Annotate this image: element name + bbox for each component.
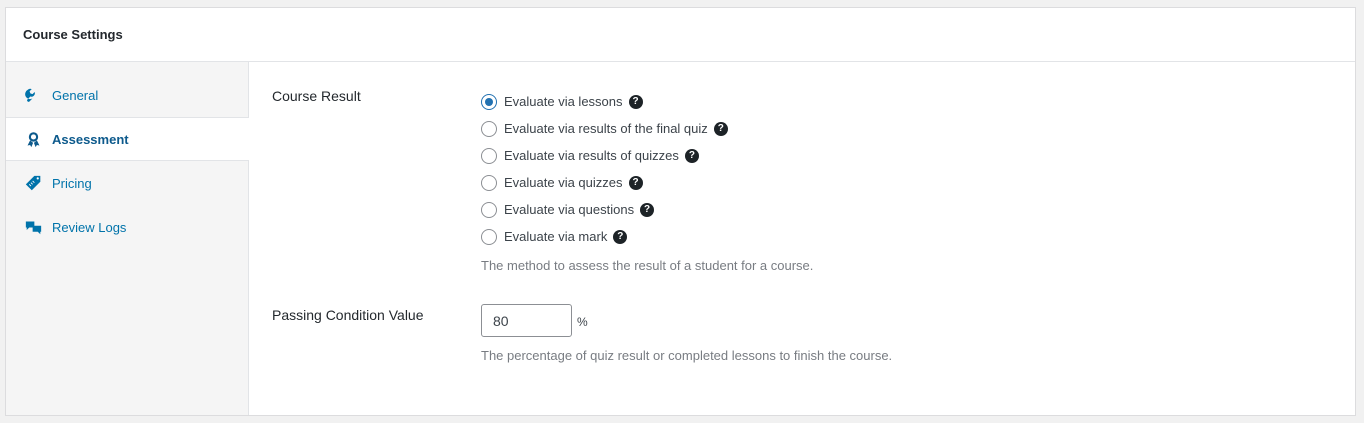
radio-button[interactable] [481,201,497,218]
wrench-icon [24,86,42,104]
radio-label[interactable]: Evaluate via questions [504,202,634,217]
radio-option[interactable]: Evaluate via lessons ? [481,88,728,115]
tab-pricing[interactable]: Pricing [6,161,248,205]
course-settings-panel: Course Settings General Assessment Prici… [5,7,1356,416]
tab-general[interactable]: General [6,73,248,117]
panel-header: Course Settings [6,8,1355,62]
tab-review-logs-label: Review Logs [52,219,127,235]
settings-tabs: General Assessment Pricing Review Logs [6,62,249,415]
tab-assessment[interactable]: Assessment [6,117,249,161]
radio-button[interactable] [481,147,497,164]
radio-option[interactable]: Evaluate via results of the final quiz ? [481,115,728,142]
course-result-description: The method to assess the result of a stu… [481,258,814,273]
radio-option[interactable]: Evaluate via mark ? [481,223,728,250]
assessment-content: Course Result Evaluate via lessons ? Eva… [272,62,1355,415]
percent-unit: % [577,315,588,329]
tab-general-label: General [52,87,99,103]
radio-option[interactable]: Evaluate via quizzes ? [481,169,728,196]
radio-label[interactable]: Evaluate via results of quizzes [504,148,679,163]
price-tag-icon [24,174,42,192]
radio-label[interactable]: Evaluate via results of the final quiz [504,121,708,136]
panel-body: General Assessment Pricing Review Logs C… [6,62,1355,415]
help-icon[interactable]: ? [628,94,643,109]
passing-condition-input[interactable] [481,304,572,337]
radio-button[interactable] [481,120,497,137]
help-icon[interactable]: ? [713,121,728,136]
passing-condition-label: Passing Condition Value [272,307,424,323]
course-result-label: Course Result [272,88,361,104]
tab-assessment-label: Assessment [52,131,129,147]
radio-label[interactable]: Evaluate via lessons [504,94,623,109]
award-icon [24,130,42,148]
course-result-options: Evaluate via lessons ? Evaluate via resu… [481,88,728,250]
tab-pricing-label: Pricing [52,175,92,191]
help-icon[interactable]: ? [613,229,628,244]
radio-option[interactable]: Evaluate via results of quizzes ? [481,142,728,169]
help-icon[interactable]: ? [628,175,643,190]
passing-condition-description: The percentage of quiz result or complet… [481,348,893,363]
radio-button[interactable] [481,228,497,245]
radio-label[interactable]: Evaluate via mark [504,229,607,244]
chat-bubbles-icon [24,218,42,236]
help-icon[interactable]: ? [640,202,655,217]
help-icon[interactable]: ? [684,148,699,163]
tab-review-logs[interactable]: Review Logs [6,205,248,249]
radio-button[interactable] [481,174,497,191]
radio-option[interactable]: Evaluate via questions ? [481,196,728,223]
radio-button[interactable] [481,93,497,110]
panel-title: Course Settings [23,27,123,42]
radio-label[interactable]: Evaluate via quizzes [504,175,623,190]
